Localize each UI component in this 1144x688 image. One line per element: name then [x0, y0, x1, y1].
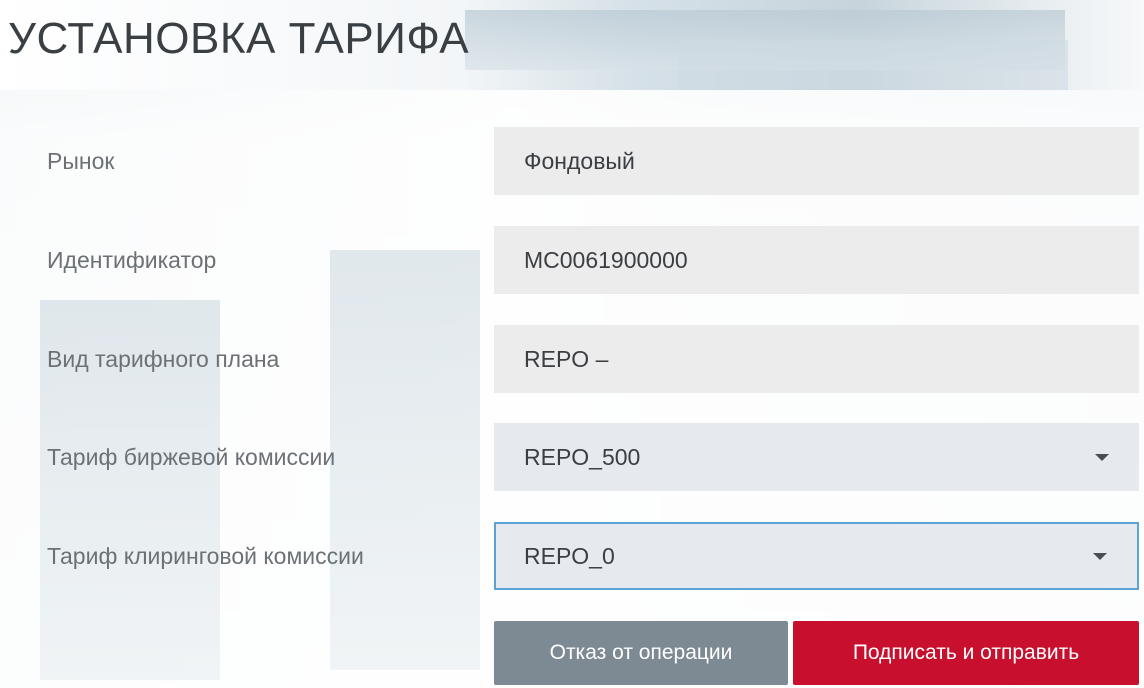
clearing-fee-value: REPO_0	[524, 543, 615, 569]
market-label: Рынок	[47, 148, 115, 174]
form-row-plan-type: Вид тарифного плана REPO –	[0, 325, 1144, 393]
header-decoration	[678, 40, 1068, 90]
identifier-field: MC0061900000	[494, 226, 1139, 294]
form-row-identifier: Идентификатор MC0061900000	[0, 226, 1144, 294]
sign-and-send-button[interactable]: Подписать и отправить	[793, 621, 1139, 685]
identifier-label: Идентификатор	[47, 247, 217, 273]
exchange-fee-label: Тариф биржевой комиссии	[47, 444, 336, 470]
cancel-operation-button[interactable]: Отказ от операции	[494, 621, 788, 685]
form-row-market: Рынок Фондовый	[0, 127, 1144, 195]
form-row-clearing-fee: Тариф клиринговой комиссии REPO_0	[0, 522, 1144, 590]
market-field: Фондовый	[494, 127, 1139, 195]
caret-down-icon	[1093, 553, 1107, 560]
page-title: УСТАНОВКА ТАРИФА	[8, 14, 470, 63]
caret-down-icon	[1095, 454, 1109, 461]
plan-type-label: Вид тарифного плана	[47, 346, 280, 372]
plan-type-field: REPO –	[494, 325, 1139, 393]
exchange-fee-value: REPO_500	[524, 444, 641, 470]
form-row-exchange-fee: Тариф биржевой комиссии REPO_500	[0, 423, 1144, 491]
clearing-fee-select[interactable]: REPO_0	[494, 522, 1139, 590]
exchange-fee-select[interactable]: REPO_500	[494, 423, 1139, 491]
clearing-fee-label: Тариф клиринговой комиссии	[47, 543, 364, 569]
page-header: УСТАНОВКА ТАРИФА	[0, 0, 1144, 90]
